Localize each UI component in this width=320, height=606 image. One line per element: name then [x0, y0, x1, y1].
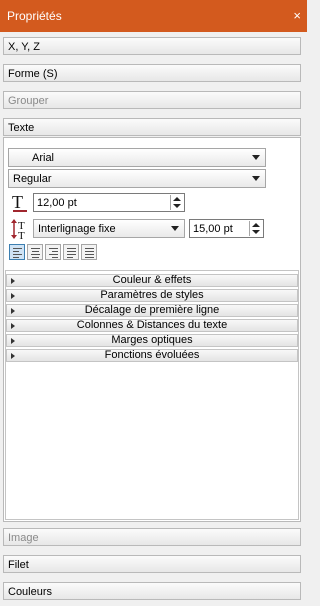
section-label: Filet — [8, 559, 29, 571]
subsection-label: Paramètres de styles — [100, 289, 204, 301]
expand-arrow-icon — [11, 293, 15, 299]
font-size-stepper[interactable] — [170, 195, 183, 210]
font-size-icon: T — [12, 192, 27, 212]
subsection-label: Marges optiques — [111, 334, 193, 346]
align-justify-button[interactable] — [63, 244, 79, 260]
subsection-colonnes-distances[interactable]: Colonnes & Distances du texte — [6, 319, 298, 332]
section-filet[interactable]: Filet — [3, 555, 301, 573]
stepper-up-icon[interactable] — [173, 197, 181, 201]
expand-arrow-icon — [11, 353, 15, 359]
subsection-fonctions-evoluees[interactable]: Fonctions évoluées — [6, 349, 298, 362]
align-right-button[interactable] — [45, 244, 61, 260]
section-grouper: Grouper — [3, 91, 301, 109]
section-xyz[interactable]: X, Y, Z — [3, 37, 301, 55]
window-title: Propriétés — [7, 9, 62, 23]
subsection-marges-optiques[interactable]: Marges optiques — [6, 334, 298, 347]
stepper-down-icon[interactable] — [173, 204, 181, 208]
chevron-down-icon — [252, 155, 260, 160]
subsection-label: Fonctions évoluées — [104, 349, 200, 361]
section-label: Grouper — [8, 95, 49, 107]
section-label: Texte — [8, 122, 35, 134]
title-bar: Propriétés × — [0, 0, 307, 32]
line-spacing-value-field[interactable]: 15,00 pt — [189, 219, 264, 238]
section-texte[interactable]: Texte — [3, 118, 301, 136]
expand-arrow-icon — [11, 323, 15, 329]
font-family-dropdown[interactable]: Arial — [8, 148, 266, 167]
line-spacing-icon: T T — [11, 219, 25, 241]
svg-text:T: T — [12, 192, 23, 212]
subsection-label: Décalage de première ligne — [84, 304, 220, 316]
font-size-field[interactable]: 12,00 pt — [33, 193, 185, 212]
align-force-justify-button[interactable] — [81, 244, 97, 260]
close-icon[interactable]: × — [293, 8, 301, 23]
section-label: Couleurs — [8, 586, 53, 598]
subsection-couleur-effets[interactable]: Couleur & effets — [6, 274, 298, 287]
section-label: X, Y, Z — [8, 41, 41, 53]
align-center-button[interactable] — [27, 244, 43, 260]
section-couleurs[interactable]: Couleurs — [3, 582, 301, 600]
line-spacing-value: 15,00 pt — [193, 223, 233, 235]
section-image: Image — [3, 528, 301, 546]
subsection-label: Colonnes & Distances du texte — [76, 319, 228, 331]
expand-arrow-icon — [11, 278, 15, 284]
subsection-parametres-styles[interactable]: Paramètres de styles — [6, 289, 298, 302]
stepper-down-icon[interactable] — [252, 230, 260, 234]
font-style-value: Regular — [13, 173, 52, 185]
section-label: Image — [8, 532, 39, 544]
stepper-up-icon[interactable] — [252, 223, 260, 227]
section-label: Forme (S) — [8, 68, 58, 80]
subsection-label: Couleur & effets — [112, 274, 192, 286]
chevron-down-icon — [171, 226, 179, 231]
chevron-down-icon — [252, 176, 260, 181]
expand-arrow-icon — [11, 338, 15, 344]
subsection-decalage-premiere-ligne[interactable]: Décalage de première ligne — [6, 304, 298, 317]
expand-arrow-icon — [11, 308, 15, 314]
font-style-dropdown[interactable]: Regular — [8, 169, 266, 188]
svg-text:T: T — [18, 230, 25, 241]
section-forme[interactable]: Forme (S) — [3, 64, 301, 82]
line-spacing-mode-dropdown[interactable]: Interlignage fixe — [33, 219, 185, 238]
font-family-value: Arial — [32, 152, 55, 164]
line-spacing-mode-value: Interlignage fixe — [38, 223, 116, 235]
align-left-button[interactable] — [9, 244, 25, 260]
line-spacing-stepper[interactable] — [249, 221, 262, 236]
font-size-value: 12,00 pt — [37, 197, 77, 209]
